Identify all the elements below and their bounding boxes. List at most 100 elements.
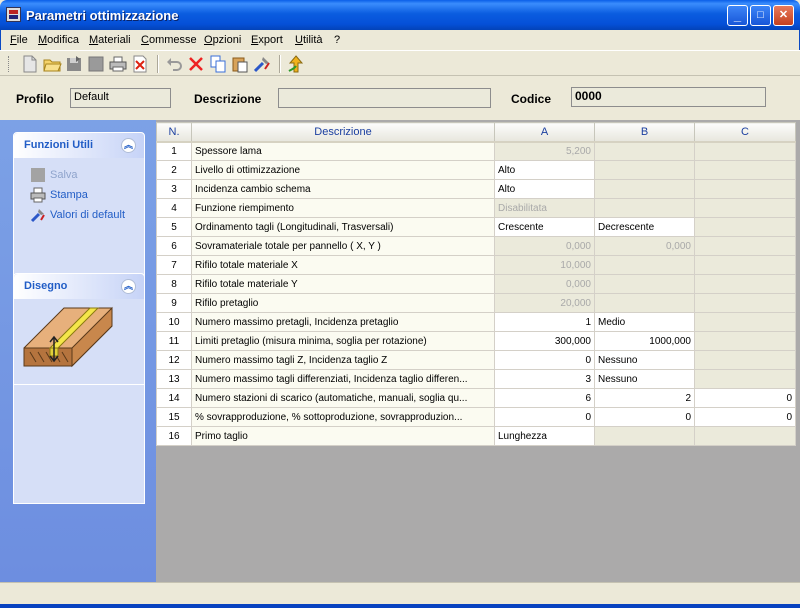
profilo-field[interactable]: Default (70, 88, 171, 108)
row-number: 9 (156, 293, 192, 313)
cell-b[interactable]: 0,000 (594, 236, 695, 256)
menu-commesse[interactable]: Commesse (141, 34, 197, 46)
table-row[interactable]: 9 Rifilo pretaglio 20,000 (156, 293, 796, 313)
maximize-button[interactable]: □ (750, 5, 771, 26)
up-arrow-icon[interactable] (286, 54, 306, 74)
cell-a[interactable]: Crescente (494, 217, 595, 237)
valori-default-link[interactable]: Valori di default (30, 207, 125, 223)
table-row[interactable]: 15 % sovrapproduzione, % sottoproduzione… (156, 407, 796, 427)
delete-icon[interactable] (186, 54, 206, 74)
cell-c (694, 312, 796, 332)
menu-file[interactable]: File (10, 34, 28, 46)
save-icon (30, 167, 46, 183)
minimize-button[interactable]: _ (727, 5, 748, 26)
column-header-n[interactable]: N. (156, 122, 192, 143)
table-row[interactable]: 12 Numero massimo tagli Z, Incidenza tag… (156, 350, 796, 370)
funzioni-utili-title: Funzioni Utili (24, 139, 94, 151)
cell-b (594, 426, 695, 446)
close-button[interactable]: ✕ (773, 5, 794, 26)
table-row[interactable]: 6 Sovramateriale totale per pannello ( X… (156, 236, 796, 256)
table-row[interactable]: 5 Ordinamento tagli (Longitudinali, Tras… (156, 217, 796, 237)
menu-modifica[interactable]: Modifica (38, 34, 79, 46)
cell-b[interactable]: 1000,000 (594, 331, 695, 351)
cell-c[interactable]: 0 (694, 407, 796, 427)
column-header-c[interactable]: C (694, 122, 796, 143)
column-header-a[interactable]: A (494, 122, 595, 143)
cell-a[interactable]: 1 (494, 312, 595, 332)
copy-icon[interactable] (208, 54, 228, 74)
table-row[interactable]: 2 Livello di ottimizzazione Alto (156, 160, 796, 180)
table-row[interactable]: 16 Primo taglio Lunghezza (156, 426, 796, 446)
open-icon[interactable] (42, 54, 62, 74)
table-row[interactable]: 13 Numero massimo tagli differenziati, I… (156, 369, 796, 389)
cell-a[interactable]: 3 (494, 369, 595, 389)
column-header-b[interactable]: B (594, 122, 695, 143)
cell-a[interactable]: 0,000 (494, 236, 595, 256)
table-row[interactable]: 8 Rifilo totale materiale Y 0,000 (156, 274, 796, 294)
paste-icon[interactable] (230, 54, 250, 74)
table-row[interactable]: 14 Numero stazioni di scarico (automatic… (156, 388, 796, 408)
table-row[interactable]: 7 Rifilo totale materiale X 10,000 (156, 255, 796, 275)
codice-field[interactable]: 0000 (571, 87, 766, 107)
cell-a[interactable]: 20,000 (494, 293, 595, 313)
row-description: Numero stazioni di scarico (automatiche,… (191, 388, 495, 408)
menu-export[interactable]: Export (251, 34, 283, 46)
cell-a[interactable]: 0 (494, 350, 595, 370)
table-row[interactable]: 4 Funzione riempimento Disabilitata (156, 198, 796, 218)
blank-icon[interactable] (86, 54, 106, 74)
descrizione-field[interactable] (278, 88, 491, 108)
row-description: Sovramateriale totale per pannello ( X, … (191, 236, 495, 256)
cell-b[interactable]: Medio (594, 312, 695, 332)
stampa-link[interactable]: Stampa (30, 187, 88, 203)
disegno-header[interactable]: Disegno ︽ (14, 274, 144, 299)
cell-b[interactable]: Nessuno (594, 369, 695, 389)
row-description: Numero massimo tagli differenziati, Inci… (191, 369, 495, 389)
cell-a[interactable]: Alto (494, 179, 595, 199)
cell-c[interactable]: 0 (694, 388, 796, 408)
table-row[interactable]: 11 Limiti pretaglio (misura minima, sogl… (156, 331, 796, 351)
undo-icon[interactable] (164, 54, 184, 74)
funzioni-utili-header[interactable]: Funzioni Utili ︽ (14, 133, 144, 158)
row-number: 13 (156, 369, 192, 389)
profilo-label: Profilo (16, 92, 54, 106)
parameters-table: N. Descrizione A B C 1 Spessore lama 5,2… (156, 122, 796, 446)
new-icon[interactable] (20, 54, 40, 74)
save-toolbar-icon[interactable] (64, 54, 84, 74)
cell-b[interactable]: 0 (594, 407, 695, 427)
cell-b[interactable]: Nessuno (594, 350, 695, 370)
chevron-up-icon[interactable]: ︽ (121, 138, 136, 153)
table-row[interactable]: 10 Numero massimo pretagli, Incidenza pr… (156, 312, 796, 332)
cell-a[interactable]: 0,000 (494, 274, 595, 294)
tools-icon[interactable] (252, 54, 272, 74)
cell-b (594, 141, 695, 161)
row-description: Ordinamento tagli (Longitudinali, Trasve… (191, 217, 495, 237)
cell-b[interactable]: 2 (594, 388, 695, 408)
row-number: 7 (156, 255, 192, 275)
cell-a[interactable]: 10,000 (494, 255, 595, 275)
valori-default-label: Valori di default (50, 208, 126, 221)
cell-a[interactable]: 300,000 (494, 331, 595, 351)
column-header-descrizione[interactable]: Descrizione (191, 122, 495, 143)
cell-a[interactable]: 0 (494, 407, 595, 427)
cell-a[interactable]: Lunghezza (494, 426, 595, 446)
cell-a[interactable]: Alto (494, 160, 595, 180)
cell-b[interactable]: Decrescente (594, 217, 695, 237)
salva-link[interactable]: Salva (30, 167, 78, 183)
stampa-label: Stampa (50, 188, 88, 201)
table-row[interactable]: 1 Spessore lama 5,200 (156, 141, 796, 161)
menu-opzioni[interactable]: Opzioni (204, 34, 241, 46)
menu-utilita[interactable]: Utilità (295, 34, 323, 46)
print-icon[interactable] (108, 54, 128, 74)
menu-help[interactable]: ? (334, 34, 340, 46)
chevron-up-icon[interactable]: ︽ (121, 279, 136, 294)
delete-file-icon[interactable] (130, 54, 150, 74)
cell-c (694, 179, 796, 199)
table-row[interactable]: 3 Incidenza cambio schema Alto (156, 179, 796, 199)
cell-a[interactable]: Disabilitata (494, 198, 595, 218)
disegno-panel: Disegno ︽ (13, 273, 145, 385)
cell-a[interactable]: 6 (494, 388, 595, 408)
cell-a[interactable]: 5,200 (494, 141, 595, 161)
toolbar-grip[interactable] (8, 56, 11, 72)
row-description: Rifilo pretaglio (191, 293, 495, 313)
menu-materiali[interactable]: Materiali (89, 34, 131, 46)
